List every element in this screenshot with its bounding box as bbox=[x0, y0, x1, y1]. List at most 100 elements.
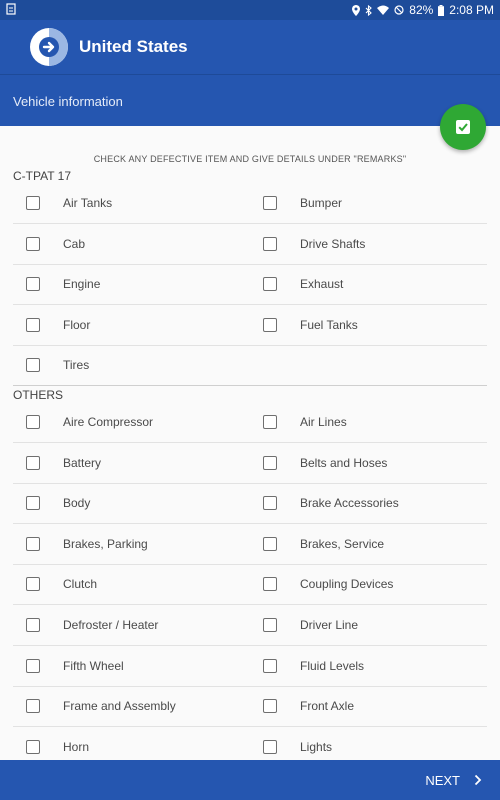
item-checkbox[interactable] bbox=[263, 236, 277, 251]
checklist-item[interactable]: Fifth Wheel bbox=[26, 646, 124, 686]
item-checkbox[interactable] bbox=[263, 699, 277, 714]
item-label: Air Lines bbox=[300, 415, 347, 429]
checklist-item[interactable]: Bumper bbox=[263, 183, 342, 223]
item-checkbox[interactable] bbox=[263, 317, 277, 332]
item-checkbox[interactable] bbox=[26, 196, 40, 210]
item-label: Brake Accessories bbox=[300, 496, 399, 511]
item-checkbox[interactable] bbox=[26, 618, 40, 632]
item-checkbox[interactable] bbox=[263, 415, 277, 429]
item-checkbox[interactable] bbox=[263, 577, 277, 592]
item-checkbox[interactable] bbox=[26, 577, 40, 592]
checklist-row: Defroster / Heater Driver Line bbox=[13, 605, 487, 646]
item-checkbox[interactable] bbox=[263, 496, 277, 511]
checklist-item[interactable]: Engine bbox=[26, 264, 100, 304]
next-label: NEXT bbox=[425, 772, 460, 788]
item-checkbox[interactable] bbox=[26, 236, 40, 251]
vehicle-checklist: CHECK ANY DEFECTIVE ITEM AND GIVE DETAIL… bbox=[0, 126, 500, 760]
checklist-item[interactable]: Driver Line bbox=[263, 605, 358, 645]
item-label: Fuel Tanks bbox=[300, 317, 358, 332]
item-checkbox[interactable] bbox=[263, 196, 277, 210]
checklist-item[interactable]: Air Lines bbox=[263, 402, 347, 442]
checklist-row: Cab Drive Shafts bbox=[13, 224, 487, 265]
checklist-item[interactable]: Exhaust bbox=[263, 264, 343, 304]
item-checkbox[interactable] bbox=[26, 415, 40, 429]
checklist-row: Floor Fuel Tanks bbox=[13, 305, 487, 346]
battery-percent: 82% bbox=[409, 3, 434, 17]
checklist-item[interactable]: Brakes, Parking bbox=[26, 524, 148, 564]
checklist-item[interactable]: Air Tanks bbox=[26, 183, 112, 223]
next-button[interactable]: NEXT bbox=[425, 760, 482, 800]
item-label: Frame and Assembly bbox=[63, 699, 176, 714]
item-checkbox[interactable] bbox=[26, 277, 40, 292]
checklist-item[interactable]: Floor bbox=[26, 305, 90, 345]
item-checkbox[interactable] bbox=[26, 455, 40, 470]
item-checkbox[interactable] bbox=[263, 658, 277, 673]
item-label: Coupling Devices bbox=[300, 577, 394, 592]
item-label: Cab bbox=[63, 236, 86, 251]
section-title: OTHERS bbox=[13, 388, 64, 402]
checklist-item[interactable]: Drive Shafts bbox=[263, 224, 365, 264]
checklist-item[interactable]: Body bbox=[26, 483, 90, 523]
submit-fab-button[interactable] bbox=[440, 104, 486, 150]
item-label: Drive Shafts bbox=[300, 236, 366, 251]
item-checkbox[interactable] bbox=[26, 358, 40, 373]
item-checkbox[interactable] bbox=[26, 658, 40, 673]
app-bar: United States bbox=[0, 20, 500, 74]
wifi-icon bbox=[377, 5, 390, 15]
item-label: Exhaust bbox=[300, 277, 344, 292]
checklist-item[interactable]: Battery bbox=[26, 443, 101, 483]
item-label: Brakes, Parking bbox=[63, 536, 148, 551]
checklist-row: Clutch Coupling Devices bbox=[13, 564, 487, 606]
item-label: Lights bbox=[300, 739, 333, 754]
item-checkbox[interactable] bbox=[263, 455, 277, 470]
checklist-item[interactable]: Front Axle bbox=[263, 686, 354, 726]
item-checkbox[interactable] bbox=[26, 317, 40, 332]
check-box-icon bbox=[456, 120, 470, 134]
item-label: Bumper bbox=[300, 196, 343, 210]
item-checkbox[interactable] bbox=[26, 739, 40, 754]
item-checkbox[interactable] bbox=[263, 536, 277, 551]
checklist-item[interactable]: Lights bbox=[263, 727, 332, 760]
checklist-item[interactable]: Fuel Tanks bbox=[263, 305, 358, 345]
status-time: 2:08 PM bbox=[449, 3, 494, 17]
item-label: Aire Compressor bbox=[63, 415, 154, 429]
item-checkbox[interactable] bbox=[263, 618, 277, 632]
checklist-row: Air Tanks Bumper bbox=[13, 183, 487, 224]
item-checkbox[interactable] bbox=[26, 496, 40, 511]
item-label: Defroster / Heater bbox=[63, 618, 159, 632]
item-label: Body bbox=[63, 496, 91, 511]
checklist-row: Tires bbox=[13, 345, 487, 387]
checklist-item[interactable]: Clutch bbox=[26, 564, 97, 604]
checklist-item[interactable]: Coupling Devices bbox=[263, 564, 393, 604]
instructions-text: CHECK ANY DEFECTIVE ITEM AND GIVE DETAIL… bbox=[93, 154, 407, 164]
item-label: Engine bbox=[63, 277, 101, 292]
checklist-row: Frame and Assembly Front Axle bbox=[13, 686, 487, 728]
item-label: Fluid Levels bbox=[300, 658, 365, 673]
item-checkbox[interactable] bbox=[263, 739, 277, 754]
item-checkbox[interactable] bbox=[26, 536, 40, 551]
checklist-item[interactable]: Tires bbox=[26, 345, 89, 385]
item-checkbox[interactable] bbox=[263, 277, 277, 292]
checklist-item[interactable]: Cab bbox=[26, 224, 85, 264]
item-label: Belts and Hoses bbox=[300, 455, 388, 470]
checklist-item[interactable]: Fluid Levels bbox=[263, 646, 364, 686]
checklist-item[interactable]: Frame and Assembly bbox=[26, 686, 176, 726]
bluetooth-icon bbox=[365, 4, 373, 16]
item-checkbox[interactable] bbox=[26, 699, 40, 714]
checklist-item[interactable]: Belts and Hoses bbox=[263, 443, 387, 483]
checklist-row: Battery Belts and Hoses bbox=[13, 443, 487, 484]
checklist-item[interactable]: Aire Compressor bbox=[26, 402, 153, 442]
checklist-item[interactable]: Horn bbox=[26, 727, 89, 760]
notification-icon bbox=[6, 3, 16, 18]
sub-header: Vehicle information bbox=[0, 74, 500, 126]
item-label: Horn bbox=[63, 739, 90, 754]
checklist-item[interactable]: Brakes, Service bbox=[263, 524, 384, 564]
checklist-item[interactable]: Defroster / Heater bbox=[26, 605, 158, 645]
checklist-row: Fifth Wheel Fluid Levels bbox=[13, 646, 487, 687]
app-title: United States bbox=[79, 37, 188, 56]
arrow-right-circle-icon bbox=[30, 28, 68, 66]
checklist-row: Engine Exhaust bbox=[13, 264, 487, 306]
chevron-right-icon bbox=[474, 774, 482, 786]
checklist-item[interactable]: Brake Accessories bbox=[263, 483, 399, 523]
bottom-bar: NEXT bbox=[0, 760, 500, 800]
